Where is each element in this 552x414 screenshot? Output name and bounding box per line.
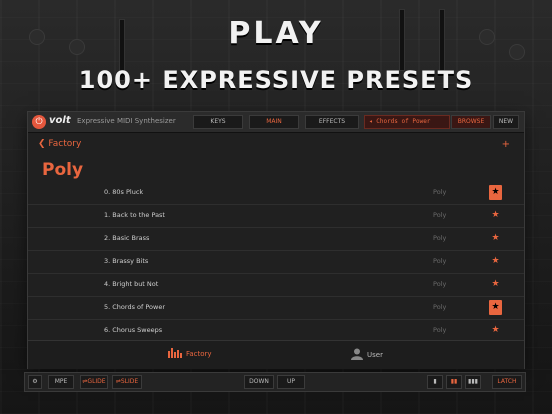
preset-name: 6. Chorus Sweeps [104, 326, 163, 334]
gear-icon[interactable]: ⚙ [29, 376, 41, 388]
browse-button[interactable]: BROWSE [452, 116, 490, 128]
preset-category: Poly [433, 257, 447, 265]
star-icon[interactable]: ★ [489, 277, 502, 292]
app-logo: volt [49, 115, 71, 126]
tab-main[interactable]: MAIN [250, 116, 298, 128]
latch-button[interactable]: LATCH [493, 376, 521, 388]
page-title: Poly [42, 160, 84, 180]
headline-presets: 100+ EXPRESSIVE PRESETS [78, 66, 474, 94]
new-button[interactable]: NEW [494, 116, 518, 128]
user-icon [351, 348, 363, 362]
octave-down-button[interactable]: DOWN [245, 376, 273, 388]
preset-name: 0. 80s Pluck [104, 188, 144, 196]
bottom-bar: ⚙ MPE ⇌GLIDE ⇌SLIDE DOWN UP ▮ ▮▮ ▮▮▮ LAT… [25, 373, 525, 391]
power-icon[interactable]: ⏻ [32, 115, 46, 129]
list-item[interactable]: 2. Basic Brass Poly ★ [28, 228, 524, 251]
tab-factory-label: Factory [186, 350, 212, 358]
list-item[interactable]: 0. 80s Pluck Poly ★ [28, 182, 524, 205]
layout-triple-icon[interactable]: ▮▮▮ [466, 376, 480, 388]
app-subtitle: Expressive MIDI Synthesizer [77, 117, 176, 125]
tab-keys[interactable]: KEYS [194, 116, 242, 128]
back-label: Factory [48, 139, 82, 149]
preset-category: Poly [433, 326, 447, 334]
list-item[interactable]: 6. Chorus Sweeps Poly ★ [28, 320, 524, 342]
preset-name: 3. Brassy Bits [104, 257, 149, 265]
back-button[interactable]: ❮ Factory [38, 139, 81, 149]
star-icon[interactable]: ★ [489, 208, 502, 223]
star-icon[interactable]: ★ [489, 185, 502, 200]
nav-bar: ❮ Factory + [28, 132, 524, 160]
slide-label: SLIDE [120, 378, 139, 385]
preset-category: Poly [433, 211, 447, 219]
tab-user[interactable]: User [351, 348, 383, 362]
layout-double-icon[interactable]: ▮▮ [447, 376, 461, 388]
preset-name: 1. Back to the Past [104, 211, 165, 219]
app-window: ⏻ volt Expressive MIDI Synthesizer KEYS … [28, 112, 524, 369]
preset-category: Poly [433, 303, 447, 311]
octave-up-button[interactable]: UP [278, 376, 304, 388]
current-preset-field[interactable]: ◂ Chords of Power [365, 116, 449, 128]
list-item[interactable]: 3. Brassy Bits Poly ★ [28, 251, 524, 274]
tab-factory[interactable]: Factory [168, 348, 212, 360]
preset-name: 5. Chords of Power [104, 303, 166, 311]
star-icon[interactable]: ★ [489, 300, 502, 315]
preset-name: 2. Basic Brass [104, 234, 150, 242]
chevron-left-icon: ❮ [38, 139, 46, 149]
slide-button[interactable]: ⇌SLIDE [113, 376, 141, 388]
tab-bar: Factory User [28, 340, 524, 369]
preset-name: 4. Bright but Not [104, 280, 159, 288]
preset-category: Poly [433, 188, 447, 196]
list-item[interactable]: 4. Bright but Not Poly ★ [28, 274, 524, 297]
preset-category: Poly [433, 234, 447, 242]
tab-effects[interactable]: EFFECTS [306, 116, 358, 128]
headline-play: PLAY [228, 16, 324, 51]
layout-single-icon[interactable]: ▮ [428, 376, 442, 388]
list-item[interactable]: 5. Chords of Power Poly ★ [28, 297, 524, 320]
star-icon[interactable]: ★ [489, 323, 502, 338]
current-preset-name: Chords of Power [376, 118, 431, 125]
add-preset-button[interactable]: + [502, 139, 510, 150]
tab-user-label: User [367, 351, 383, 359]
preset-category: Poly [433, 280, 447, 288]
list-item[interactable]: 1. Back to the Past Poly ★ [28, 205, 524, 228]
star-icon[interactable]: ★ [489, 254, 502, 269]
bar-chart-icon [168, 348, 182, 360]
glide-label: GLIDE [87, 378, 106, 385]
mpe-button[interactable]: MPE [49, 376, 73, 388]
star-icon[interactable]: ★ [489, 231, 502, 246]
glide-button[interactable]: ⇌GLIDE [81, 376, 107, 388]
top-bar: ⏻ volt Expressive MIDI Synthesizer KEYS … [28, 112, 524, 133]
